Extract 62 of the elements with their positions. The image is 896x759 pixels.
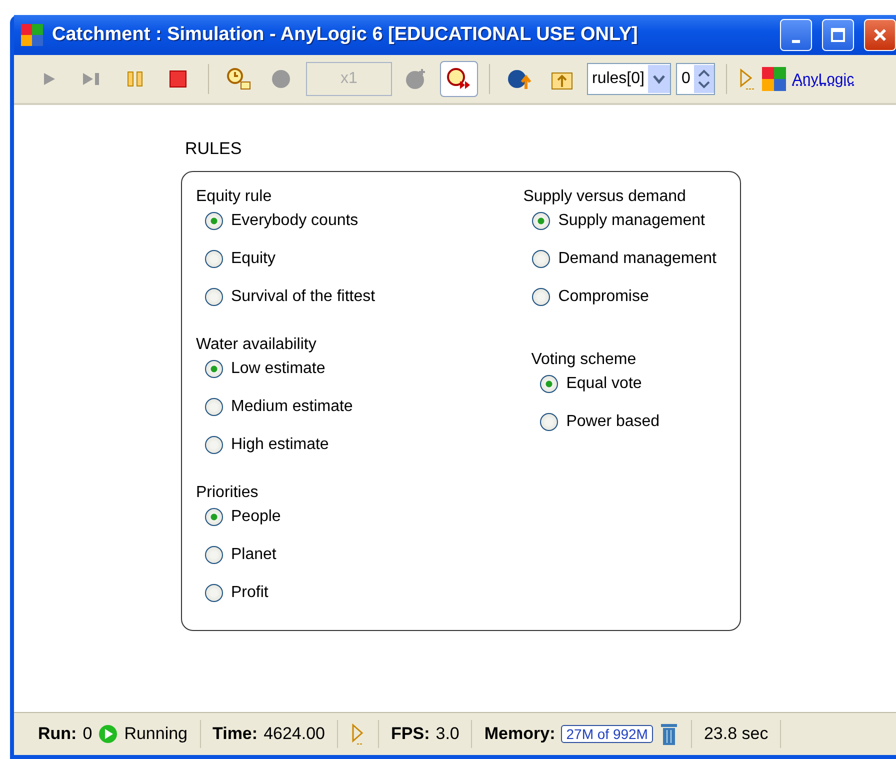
radio-option[interactable]: High estimate [196,426,524,464]
radio-icon[interactable] [205,288,223,306]
radio-option[interactable]: Demand management [523,240,740,278]
pause-icon [126,70,144,88]
group-heading: Supply versus demand [523,187,687,207]
export-icon [507,67,533,91]
radio-icon[interactable] [205,398,223,416]
play-icon [42,71,56,87]
stop-icon [169,70,187,88]
elapsed-time: 23.8 sec [704,724,768,744]
radio-icon[interactable] [205,360,223,378]
time-value: 4624.00 [264,724,326,744]
close-button[interactable] [864,19,896,51]
maximize-button[interactable] [822,19,854,51]
radio-option[interactable]: Survival of the fittest [196,278,524,316]
maximize-icon [830,27,846,43]
memory-label: Memory: [484,724,556,744]
radio-option[interactable]: Equity [196,240,524,278]
caret-icon[interactable] [648,65,670,93]
group-heading: Water availability [196,335,318,355]
radio-option[interactable]: Planet [196,536,524,574]
radio-icon[interactable] [205,508,223,526]
run-count: 0 [82,724,92,744]
app-logo-icon [20,23,44,47]
radio-icon[interactable] [532,288,550,306]
run-label: Run: [38,724,77,744]
fps-value: 3.0 [436,724,460,744]
close-icon [872,27,888,43]
time-label: Time: [212,724,258,744]
radio-option[interactable]: Compromise [523,278,740,316]
anylogic-logo-icon [761,66,788,92]
index-spinner[interactable]: 0 [676,63,716,95]
anylogic-link[interactable]: AnyLogic [792,70,854,88]
running-icon [98,724,118,744]
object-dropdown[interactable]: rules[0] [587,63,672,95]
trash-icon[interactable] [658,722,679,746]
radio-icon[interactable] [205,212,223,230]
minimize-icon [792,40,800,42]
radio-icon[interactable] [205,584,223,602]
radio-icon[interactable] [532,250,550,268]
window-title: Catchment : Simulation - AnyLogic 6 [EDUCATIONAL USE ONLY] [52,24,639,46]
panel-title: RULES [184,139,243,159]
clock-icon [226,67,252,91]
radio-icon[interactable] [540,413,558,431]
clock-forward-icon [446,67,472,91]
radio-option[interactable]: Power based [531,403,740,441]
realtime-button[interactable] [440,61,478,97]
radio-option[interactable]: Medium estimate [196,388,524,426]
radio-icon[interactable] [540,375,558,393]
radio-icon[interactable] [205,250,223,268]
radio-icon[interactable] [532,212,550,230]
group-heading: Equity rule [196,187,273,207]
minimize-button[interactable] [780,19,812,51]
spinner-arrows-icon[interactable] [694,65,714,93]
radio-icon[interactable] [205,436,223,454]
circle-plus-icon [404,67,428,91]
radio-icon[interactable] [205,546,223,564]
group-heading: Voting scheme [531,350,638,370]
fps-label: FPS: [391,724,430,744]
radio-option[interactable]: Profit [196,574,524,612]
run-state: Running [124,724,188,744]
memory-meter: 27M of 992M [561,725,653,743]
